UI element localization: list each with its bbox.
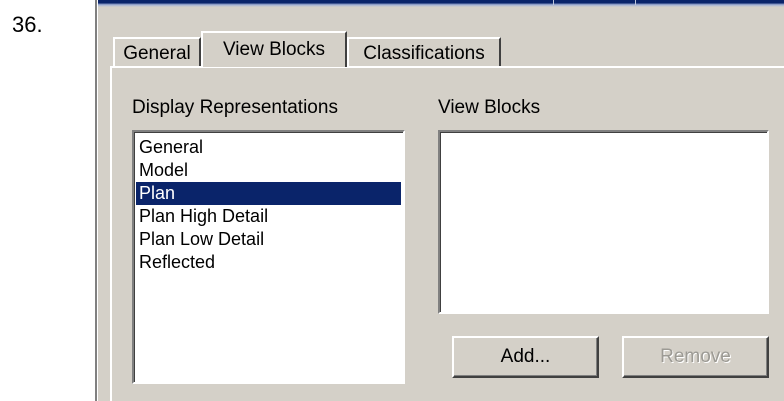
list-item[interactable]: Plan xyxy=(136,182,401,205)
list-item[interactable]: Plan High Detail xyxy=(136,205,401,228)
add-button[interactable]: Add... xyxy=(452,336,599,378)
list-item[interactable]: Model xyxy=(136,159,401,182)
list-item[interactable]: General xyxy=(136,136,401,159)
remove-button[interactable]: Remove xyxy=(622,336,769,378)
view-blocks-list[interactable] xyxy=(438,130,769,314)
view-blocks-label: View Blocks xyxy=(438,97,541,118)
step-number: 36. xyxy=(12,12,43,37)
dialog: General View Blocks Classifications Disp… xyxy=(95,0,784,401)
list-item[interactable]: Reflected xyxy=(136,251,401,274)
display-representations-list[interactable]: General Model Plan Plan High Detail Plan Low… xyxy=(132,130,405,384)
title-bar-edge xyxy=(95,0,784,7)
tab-general[interactable]: General xyxy=(113,37,201,67)
tab-view-blocks[interactable]: View Blocks xyxy=(201,31,347,67)
tab-classifications[interactable]: Classifications xyxy=(347,37,501,67)
display-representations-label: Display Representations xyxy=(132,97,338,118)
list-item[interactable]: Plan Low Detail xyxy=(136,228,401,251)
